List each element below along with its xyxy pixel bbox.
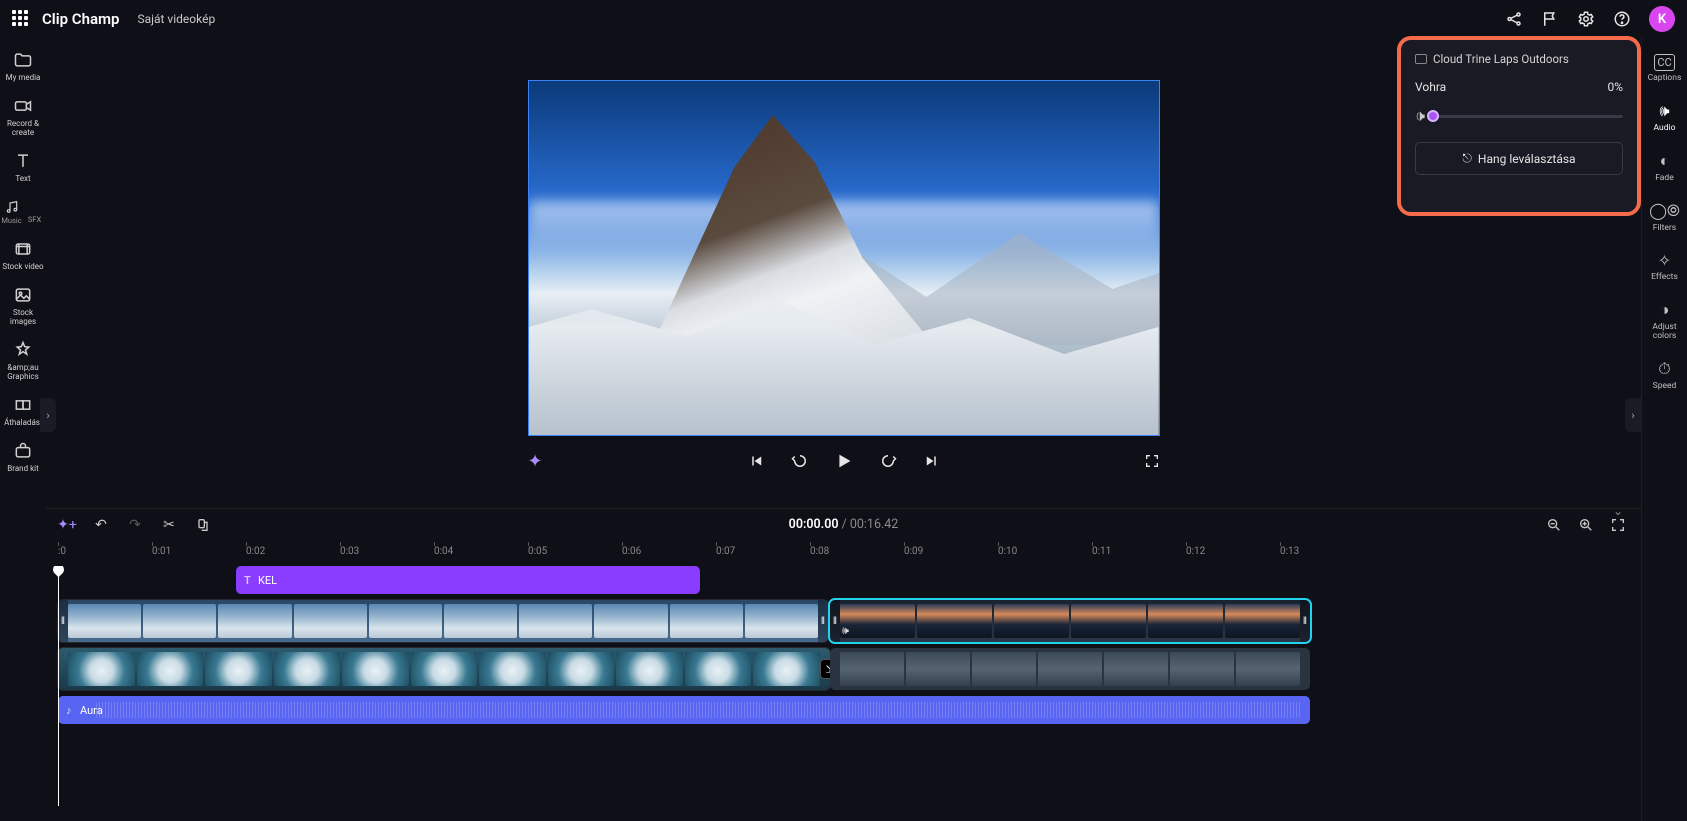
sidebar-item-music-sfx[interactable]: Music SFX bbox=[0, 191, 46, 231]
text-clip[interactable]: KEL bbox=[236, 566, 700, 594]
forward-button[interactable] bbox=[877, 450, 899, 472]
avatar[interactable]: K bbox=[1649, 6, 1675, 32]
sidebar-item-record[interactable]: Record & create bbox=[0, 90, 46, 143]
audio-panel: Cloud Trine Laps Outdoors Vohra 0% 🕩 ⎋ H… bbox=[1397, 36, 1641, 216]
right-tab-filters[interactable]: ◯⦾Filters bbox=[1642, 193, 1687, 241]
split-button[interactable]: ✂ bbox=[160, 517, 178, 533]
ruler-tick: 0:07 bbox=[716, 546, 735, 557]
right-tab-speed[interactable]: ⏱Speed bbox=[1642, 351, 1687, 399]
ruler-tick: 0:08 bbox=[810, 546, 829, 557]
ai-enhance-icon[interactable]: ✦ bbox=[528, 451, 543, 472]
left-sidebar: My media Record & create Text Music SFX … bbox=[0, 38, 46, 821]
clip-handle-left[interactable]: ‖ bbox=[830, 600, 840, 642]
app-title: Clip Champ bbox=[42, 10, 119, 28]
sidebar-item-stock-video[interactable]: Stock video bbox=[0, 233, 46, 277]
ruler-tick: 0:01 bbox=[152, 546, 171, 557]
fullscreen-icon[interactable] bbox=[1144, 453, 1160, 469]
sidebar-item-stock-images[interactable]: Stock images bbox=[0, 279, 46, 332]
audio-section-label: Vohra bbox=[1415, 80, 1446, 94]
audio-panel-clip-name: Cloud Trine Laps Outdoors bbox=[1415, 52, 1623, 66]
clip-handle-right[interactable]: ‖ bbox=[818, 600, 828, 642]
right-tab-captions[interactable]: CCCaptions bbox=[1642, 46, 1687, 91]
video-clip-1[interactable]: ‖ ‖ bbox=[58, 600, 828, 642]
video-clip-4[interactable] bbox=[830, 648, 1310, 690]
flag-icon[interactable] bbox=[1541, 10, 1559, 28]
play-button[interactable] bbox=[833, 450, 855, 472]
right-tab-audio[interactable]: 🕪Audio bbox=[1642, 93, 1687, 141]
video-clip-2-selected[interactable]: ‖ 🕪 ‖ bbox=[830, 600, 1310, 642]
crop-button[interactable] bbox=[194, 517, 212, 533]
zoom-out-button[interactable] bbox=[1545, 517, 1563, 533]
ruler-tick: 0:12 bbox=[1186, 546, 1205, 557]
timecode: 00:00.00 / 00:16.42 bbox=[789, 517, 899, 532]
clip-speaker-icon: 🕪 bbox=[842, 624, 849, 638]
clip-thumb-icon bbox=[1415, 54, 1427, 64]
ruler-tick: 0:06 bbox=[622, 546, 641, 557]
sidebar-item-text[interactable]: Text bbox=[0, 145, 46, 189]
add-clip-button[interactable]: ✦+ bbox=[58, 517, 76, 533]
volume-slider-thumb[interactable] bbox=[1427, 110, 1439, 122]
sidebar-item-my-media[interactable]: My media bbox=[0, 44, 46, 88]
ruler-tick: 0:09 bbox=[904, 546, 923, 557]
ruler-tick: 0:11 bbox=[1092, 546, 1111, 557]
help-icon[interactable] bbox=[1613, 10, 1631, 28]
ruler-tick: 0:04 bbox=[434, 546, 453, 557]
detach-audio-button[interactable]: ⎋ Hang leválasztása bbox=[1415, 142, 1623, 175]
audio-clip[interactable]: Aura bbox=[58, 696, 1310, 724]
project-name[interactable]: Saját videokép bbox=[137, 12, 215, 26]
gear-icon[interactable] bbox=[1577, 10, 1595, 28]
ruler-tick: :0 bbox=[58, 546, 66, 557]
right-sidebar: CCCaptions 🕪Audio ◐Fade ◯⦾Filters ✧Effec… bbox=[1641, 38, 1687, 821]
rewind-button[interactable] bbox=[789, 450, 811, 472]
right-tab-effects[interactable]: ✧Effects bbox=[1642, 243, 1687, 290]
redo-button[interactable]: ↷ bbox=[126, 517, 144, 533]
skip-start-button[interactable] bbox=[745, 450, 767, 472]
clip-handle-right[interactable]: ‖ bbox=[1300, 600, 1310, 642]
ruler-tick: 0:05 bbox=[528, 546, 547, 557]
right-panel-expand[interactable]: › bbox=[1625, 398, 1641, 432]
zoom-in-button[interactable] bbox=[1577, 517, 1595, 533]
ruler-tick: 0:02 bbox=[246, 546, 265, 557]
transition-icon[interactable]: ⇲ bbox=[820, 659, 830, 679]
zoom-fit-button[interactable] bbox=[1609, 517, 1627, 533]
share-nodes-icon[interactable] bbox=[1505, 10, 1523, 28]
undo-button[interactable]: ↶ bbox=[92, 517, 110, 533]
mute-icon[interactable]: 🕩 bbox=[1415, 106, 1425, 126]
right-tab-fade[interactable]: ◐Fade bbox=[1642, 143, 1687, 191]
sidebar-item-brand-kit[interactable]: Brand kit bbox=[0, 435, 46, 479]
timeline-ruler[interactable]: :0 0:01 0:02 0:03 0:04 0:05 0:06 0:07 0:08 0:09 0:… bbox=[46, 540, 1641, 566]
clip-handle-left[interactable]: ‖ bbox=[58, 600, 68, 642]
right-tab-adjust-colors[interactable]: ◑Adjust colors bbox=[1642, 292, 1687, 349]
skip-end-button[interactable] bbox=[921, 450, 943, 472]
detach-icon: ⎋ bbox=[1462, 151, 1472, 166]
sidebar-item-graphics[interactable]: &amp;au Graphics bbox=[0, 334, 46, 387]
video-clip-3[interactable]: ⇲ bbox=[58, 648, 830, 690]
audio-volume-readout: 0% bbox=[1607, 80, 1623, 94]
app-launcher[interactable] bbox=[12, 10, 30, 28]
timeline-tracks[interactable]: KEL ‖ ‖ ‖ 🕪 ‖ ⇲ bbox=[46, 566, 1641, 806]
ruler-tick: 0:03 bbox=[340, 546, 359, 557]
ruler-tick: 0:13 bbox=[1280, 546, 1299, 557]
ruler-tick: 0:10 bbox=[998, 546, 1017, 557]
volume-slider[interactable] bbox=[1433, 115, 1623, 118]
preview-canvas[interactable] bbox=[528, 80, 1160, 436]
